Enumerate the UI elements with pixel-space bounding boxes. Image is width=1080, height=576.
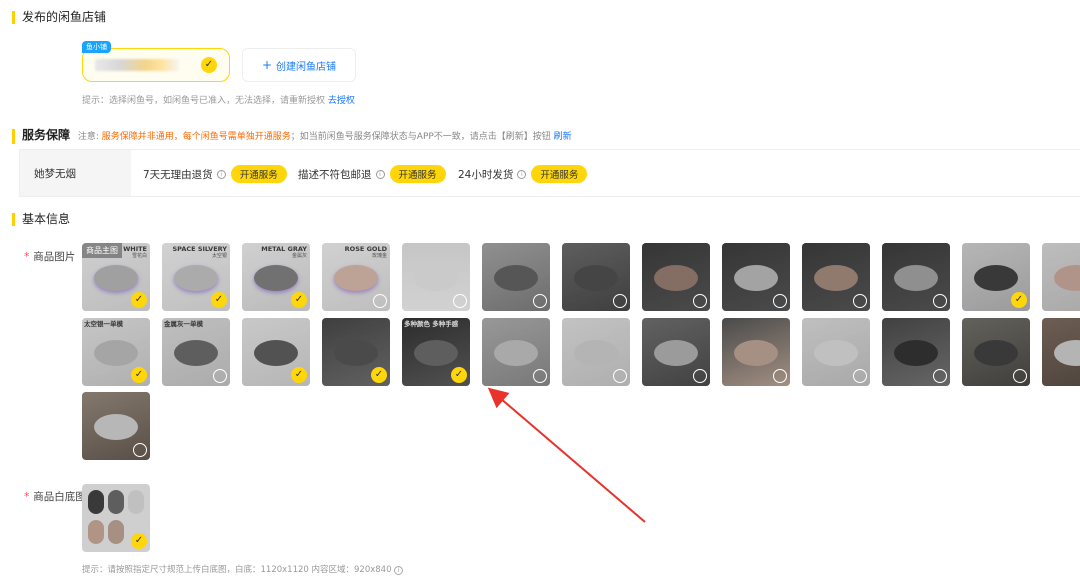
annotation-arrow (487, 387, 646, 523)
